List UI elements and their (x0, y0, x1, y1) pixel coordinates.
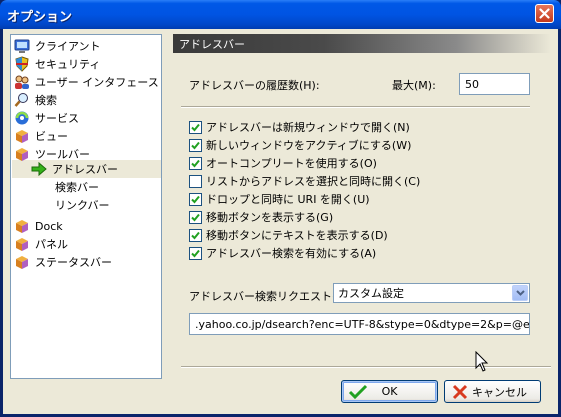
checkmark-icon (191, 159, 200, 167)
checkbox[interactable] (189, 174, 202, 188)
options-dialog: オプション クライアント セキュリティ ユーザー インタフェース 検索 サービス… (0, 0, 561, 417)
tree-item-label: 検索 (35, 94, 57, 107)
checkbox-go-button-text[interactable]: 移動ボタンにテキストを表示する(D) (189, 227, 388, 243)
package-icon (16, 220, 28, 233)
checkmark-icon (191, 213, 200, 221)
checkmark-icon (191, 249, 200, 257)
checkbox-open-new-window[interactable]: アドレスバーは新規ウィンドウで開く(N) (189, 119, 410, 135)
checkbox[interactable] (189, 156, 202, 170)
checkbox-label: オートコンプリートを使用する(O) (206, 157, 377, 170)
package-icon (16, 130, 28, 143)
search-url-value: .yahoo.co.jp/dsearch?enc=UTF-8&stype=0&d… (195, 317, 530, 331)
tree-item-search[interactable]: 検索 (14, 91, 59, 109)
checkbox-label: アドレスバーは新規ウィンドウで開く(N) (206, 121, 410, 134)
red-x-icon (452, 384, 468, 400)
services-icon (15, 111, 29, 125)
search-request-label: アドレスバー検索リクエスト(R): (189, 290, 352, 303)
package-icon (16, 256, 28, 269)
tree-item-label: パネル (35, 238, 68, 251)
tree-item-label: クライアント (35, 40, 101, 53)
cancel-button[interactable]: キャンセル (444, 380, 541, 403)
checkbox-label: 移動ボタンにテキストを表示する(D) (206, 229, 388, 242)
tree-item-label: リンクバー (55, 199, 110, 212)
checkbox-open-on-drop[interactable]: ドロップと同時に URI を開く(U) (189, 191, 370, 207)
search-url-input[interactable]: .yahoo.co.jp/dsearch?enc=UTF-8&stype=0&d… (189, 313, 530, 335)
category-tree[interactable]: クライアント セキュリティ ユーザー インタフェース 検索 サービス ビュー ツ… (10, 34, 162, 379)
checkmark-icon (191, 123, 200, 131)
checkbox[interactable] (189, 228, 202, 242)
window-title: オプション (7, 10, 73, 25)
max-history-value: 50 (465, 77, 479, 91)
title-bar[interactable]: オプション (0, 0, 561, 29)
max-label: 最大(M): (392, 79, 436, 92)
checkbox[interactable] (189, 246, 202, 260)
checkmark-icon (191, 195, 200, 203)
tree-item-dock[interactable]: Dock (14, 217, 65, 235)
checkbox-addressbar-search[interactable]: アドレスバー検索を有効にする(A) (189, 245, 376, 261)
green-arrow-icon (31, 161, 47, 177)
tree-item-addressbar[interactable]: アドレスバー (31, 160, 120, 178)
checkbox-activate-new-window[interactable]: 新しいウィンドウをアクティブにする(W) (189, 137, 411, 153)
tree-item-security[interactable]: セキュリティ (14, 55, 102, 73)
max-history-input[interactable]: 50 (459, 73, 530, 95)
checkbox-autocomplete[interactable]: オートコンプリートを使用する(O) (189, 155, 377, 171)
package-icon (16, 148, 28, 161)
tree-item-label: ユーザー インタフェース (35, 76, 159, 89)
checkbox-label: アドレスバー検索を有効にする(A) (206, 247, 377, 260)
mouse-cursor-icon (475, 351, 489, 372)
security-shield-icon (15, 56, 29, 72)
tree-item-label: ステータスバー (35, 256, 112, 269)
tree-item-label: セキュリティ (35, 58, 101, 71)
package-icon (16, 238, 28, 251)
tree-item-searchbar[interactable]: 検索バー (53, 178, 101, 196)
ok-label: OK (381, 385, 398, 398)
search-request-select[interactable]: カスタム設定 (333, 283, 530, 303)
user-interface-icon (15, 75, 29, 89)
tree-item-services[interactable]: サービス (14, 109, 81, 127)
section-title: アドレスバー (179, 37, 245, 51)
tree-item-user-interface[interactable]: ユーザー インタフェース (14, 73, 161, 91)
checkbox-label: 移動ボタンを表示する(G) (206, 211, 334, 224)
checkbox-show-go-button[interactable]: 移動ボタンを表示する(G) (189, 209, 333, 225)
checkbox-label: ドロップと同時に URI を開く(U) (206, 193, 370, 206)
checkmark-icon (191, 231, 200, 239)
tree-item-label: 検索バー (55, 181, 99, 194)
search-request-value: カスタム設定 (338, 287, 404, 300)
chevron-down-icon (515, 290, 525, 296)
checkbox-label: リストからアドレスを選択と同時に開く(C) (206, 175, 421, 188)
tree-item-client[interactable]: クライアント (14, 37, 103, 55)
history-count-label: アドレスバーの履歴数(H): (189, 79, 320, 92)
checkmark-icon (191, 141, 200, 149)
footer-divider (181, 366, 551, 368)
client-icon (14, 39, 30, 53)
checkbox[interactable] (189, 120, 202, 134)
magnifier-icon (14, 93, 28, 107)
tree-item-label: ビュー (35, 130, 68, 143)
checkbox-label: 新しいウィンドウをアクティブにする(W) (206, 139, 412, 152)
section-divider (181, 106, 530, 108)
checkbox[interactable] (189, 138, 202, 152)
checkbox-open-on-select[interactable]: リストからアドレスを選択と同時に開く(C) (189, 173, 420, 189)
tree-item-linkbar[interactable]: リンクバー (53, 196, 111, 214)
tree-item-statusbar[interactable]: ステータスバー (14, 253, 114, 271)
close-button[interactable] (535, 4, 554, 23)
tree-item-label: サービス (35, 112, 79, 125)
close-icon (539, 8, 550, 19)
tree-item-label: Dock (35, 219, 63, 233)
tree-item-view[interactable]: ビュー (14, 127, 70, 145)
section-header: アドレスバー (173, 34, 551, 53)
tree-item-panel[interactable]: パネル (14, 235, 70, 253)
green-check-icon (348, 384, 368, 400)
checkbox[interactable] (189, 192, 202, 206)
checkbox[interactable] (189, 210, 202, 224)
dropdown-button[interactable] (512, 285, 528, 301)
ok-button[interactable]: OK (341, 380, 438, 403)
tree-item-label: アドレスバー (50, 160, 120, 178)
